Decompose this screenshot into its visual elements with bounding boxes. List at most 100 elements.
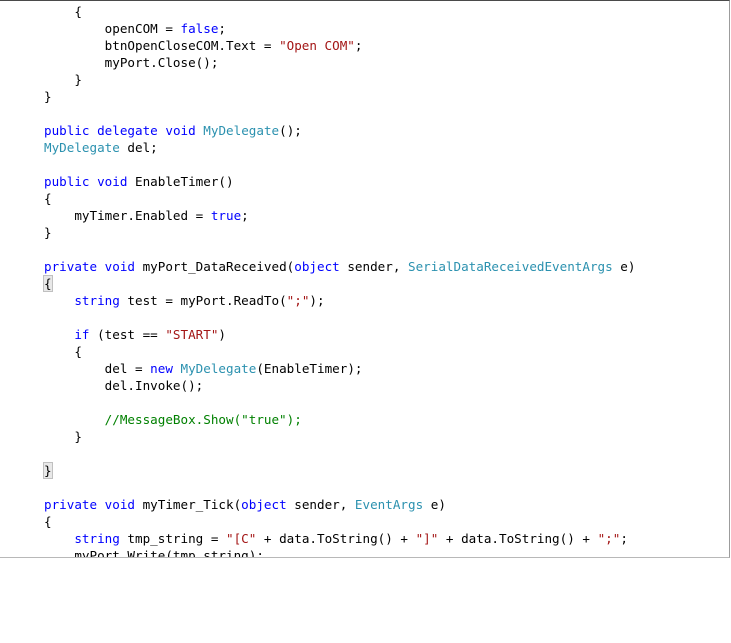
code-line[interactable]: if (test == "START"): [44, 326, 635, 343]
matched-brace-highlight: }: [43, 462, 53, 479]
code-line[interactable]: openCOM = false;: [44, 20, 635, 37]
code-token: myPort.Write(tmp_string);: [74, 548, 264, 558]
code-line[interactable]: }: [44, 224, 635, 241]
type-token: MyDelegate: [44, 140, 120, 155]
comment-token: //MessageBox.Show("true");: [104, 412, 302, 427]
code-line[interactable]: {: [44, 343, 635, 360]
code-line[interactable]: btnOpenCloseCOM.Text = "Open COM";: [44, 37, 635, 54]
code-token: myPort_DataReceived(: [135, 259, 295, 274]
code-token: EnableTimer(): [127, 174, 234, 189]
code-token: ;: [620, 531, 628, 546]
code-line[interactable]: {: [44, 3, 635, 20]
code-line[interactable]: private void myPort_DataReceived(object …: [44, 258, 635, 275]
code-line[interactable]: [44, 156, 635, 173]
code-line[interactable]: }: [44, 71, 635, 88]
code-token: {: [74, 4, 82, 19]
code-token: (test ==: [89, 327, 166, 342]
code-line[interactable]: }: [44, 88, 635, 105]
code-line[interactable]: [44, 241, 635, 258]
code-line[interactable]: [44, 479, 635, 496]
code-line[interactable]: myTimer.Enabled = true;: [44, 207, 635, 224]
code-line[interactable]: {: [44, 513, 635, 530]
code-token: btnOpenCloseCOM.Text =: [104, 38, 280, 53]
code-token: test = myPort.ReadTo(: [119, 293, 287, 308]
code-line[interactable]: //MessageBox.Show("true");: [44, 411, 635, 428]
code-token: }: [74, 72, 82, 87]
code-token: }: [44, 225, 52, 240]
code-line[interactable]: }: [43, 462, 635, 479]
empty-panel: [0, 558, 731, 643]
code-line[interactable]: {: [43, 275, 635, 292]
code-token: ();: [279, 123, 302, 138]
code-token: sender,: [286, 497, 355, 512]
code-line[interactable]: [44, 445, 635, 462]
string-token: "START": [165, 327, 219, 342]
string-token: "]": [415, 531, 439, 546]
code-line[interactable]: [44, 105, 635, 122]
matched-brace-highlight: {: [43, 275, 53, 292]
string-token: "Open COM": [279, 38, 355, 53]
keyword-token: false: [180, 21, 219, 36]
code-text-area[interactable]: { openCOM = false; btnOpenCloseCOM.Text …: [43, 3, 635, 558]
code-editor[interactable]: { openCOM = false; btnOpenCloseCOM.Text …: [0, 0, 730, 558]
keyword-token: object: [241, 497, 287, 512]
keyword-token: void: [104, 259, 136, 274]
code-token: e): [423, 497, 446, 512]
keyword-token: true: [210, 208, 242, 223]
code-token: ;: [241, 208, 249, 223]
code-token: ): [218, 327, 227, 342]
keyword-token: void: [165, 123, 196, 138]
code-line[interactable]: public void EnableTimer(): [44, 173, 635, 190]
code-line[interactable]: myPort.Close();: [44, 54, 635, 71]
code-line[interactable]: [44, 394, 635, 411]
keyword-token: private: [44, 259, 98, 274]
code-line[interactable]: del = new MyDelegate(EnableTimer);: [44, 360, 635, 377]
code-line[interactable]: }: [44, 428, 635, 445]
text-caret: [51, 463, 53, 478]
keyword-token: new: [150, 361, 173, 376]
code-token: (EnableTimer);: [256, 361, 363, 376]
code-line[interactable]: string tmp_string = "[C" + data.ToString…: [44, 530, 635, 547]
string-token: ";": [286, 293, 310, 308]
code-line[interactable]: private void myTimer_Tick(object sender,…: [44, 496, 635, 513]
code-line[interactable]: public delegate void MyDelegate();: [44, 122, 635, 139]
code-token: ;: [218, 21, 227, 36]
code-line[interactable]: [44, 309, 635, 326]
keyword-token: public: [44, 123, 90, 138]
type-token: MyDelegate: [180, 361, 257, 376]
keyword-token: void: [104, 497, 136, 512]
code-line[interactable]: MyDelegate del;: [44, 139, 635, 156]
string-token: ";": [597, 531, 621, 546]
type-token: EventArgs: [354, 497, 424, 512]
code-token: myPort.Close();: [104, 55, 219, 70]
keyword-token: string: [74, 531, 120, 546]
code-line[interactable]: string test = myPort.ReadTo(";");: [44, 292, 635, 309]
keyword-token: if: [74, 327, 90, 342]
keyword-token: object: [294, 259, 340, 274]
code-line[interactable]: {: [44, 190, 635, 207]
type-token: SerialDataReceivedEventArgs: [408, 259, 613, 274]
code-token: + data.ToString() +: [438, 531, 598, 546]
code-token: del.Invoke();: [104, 378, 204, 393]
code-token: myTimer.Enabled =: [74, 208, 211, 223]
code-line[interactable]: myPort.Write(tmp_string);: [44, 547, 635, 558]
code-line[interactable]: del.Invoke();: [44, 377, 635, 394]
code-token: myTimer_Tick(: [135, 497, 242, 512]
keyword-token: string: [74, 293, 120, 308]
code-token: openCOM =: [104, 21, 181, 36]
keyword-token: void: [97, 174, 128, 189]
